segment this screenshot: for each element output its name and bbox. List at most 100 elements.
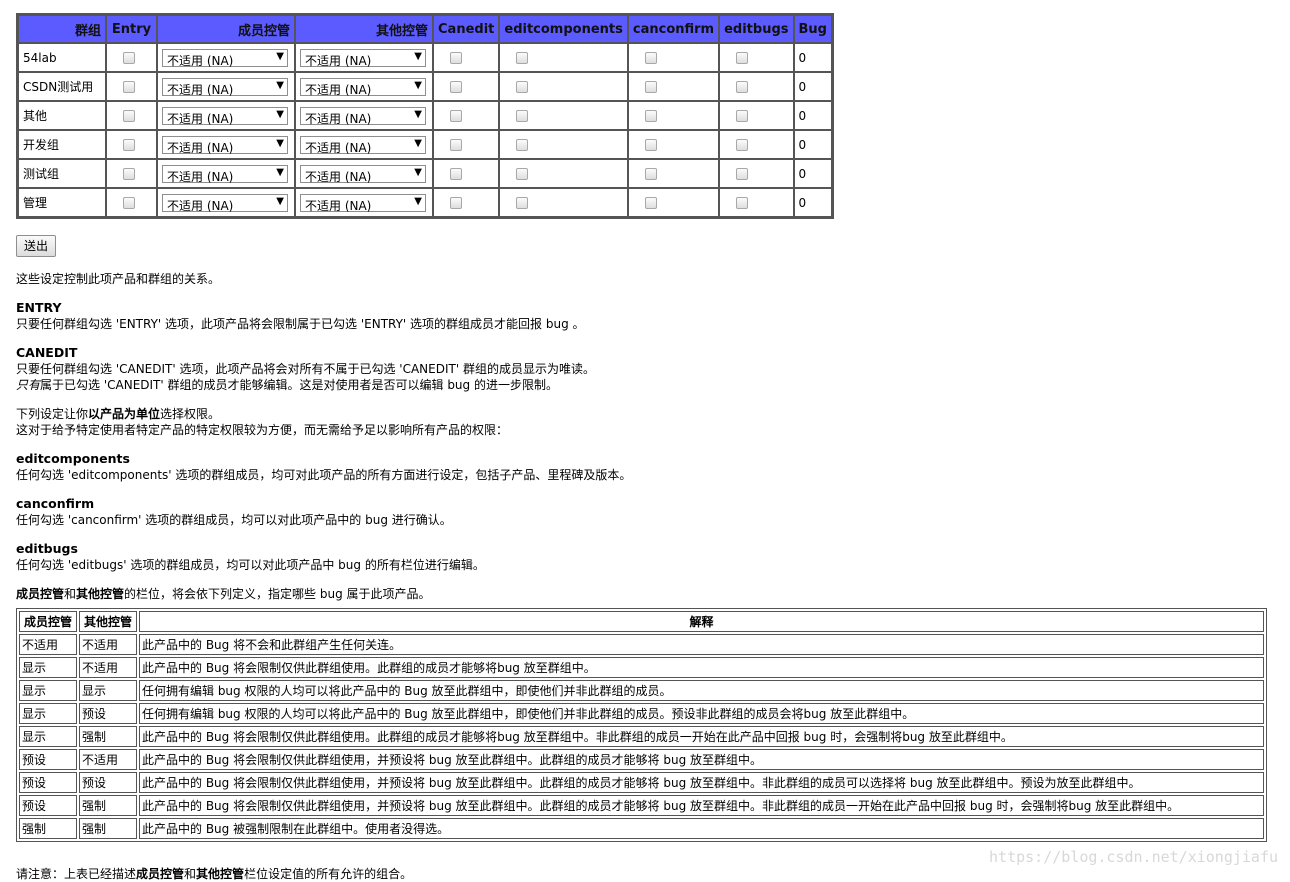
membercontrol-select[interactable]: 不适用 (NA) ▼ [162, 77, 288, 97]
othercontrol-select[interactable]: 不适用 (NA) ▼ [300, 106, 426, 126]
othercontrol-cell: 不适用 (NA) ▼ [295, 72, 433, 101]
chevron-down-icon: ▼ [276, 50, 284, 62]
submit-button[interactable]: 送出 [16, 235, 57, 257]
entry-checkbox[interactable] [123, 52, 135, 64]
editcomponents-checkbox[interactable] [516, 168, 529, 180]
membercontrol-select-value: 不适用 (NA) [167, 82, 234, 97]
othercontrol-select-value: 不适用 (NA) [305, 169, 372, 184]
entry-cell [106, 43, 157, 72]
editbugs-checkbox[interactable] [736, 139, 749, 151]
canconfirm-desc: 任何勾选 'canconfirm' 选项的群组成员，均可以对此项产品中的 bug… [16, 513, 452, 527]
editbugs-term: editbugs [16, 541, 78, 556]
editbugs-cell [719, 130, 794, 159]
explain-membercontrol-cell: 显示 [19, 680, 77, 701]
editbugs-checkbox[interactable] [736, 197, 749, 209]
footer-note-bold-1: 成员控管 [136, 867, 185, 881]
explain-membercontrol-cell: 显示 [19, 703, 77, 724]
perproduct-line-2: 这对于给予特定使用者特定产品的特定权限较为方便，而无需给予足以影响所有产品的权限… [16, 423, 509, 437]
editcomponents-cell [499, 159, 628, 188]
canedit-checkbox[interactable] [450, 81, 462, 93]
entry-cell [106, 188, 157, 217]
entry-checkbox[interactable] [123, 139, 135, 151]
explain-header-membercontrol: 成员控管 [19, 611, 77, 632]
othercontrol-cell: 不适用 (NA) ▼ [295, 130, 433, 159]
footer-note: 请注意：上表已经描述成员控管和其他控管栏位设定值的所有允许的组合。 [16, 866, 412, 882]
canconfirm-checkbox[interactable] [644, 139, 657, 151]
othercontrol-cell: 不适用 (NA) ▼ [295, 101, 433, 130]
canconfirm-checkbox[interactable] [644, 197, 657, 209]
explain-othercontrol-cell: 预设 [79, 703, 137, 724]
canedit-checkbox[interactable] [450, 168, 462, 180]
controls-note-bold-2: 其他控管 [76, 587, 125, 601]
table-row: 管理 不适用 (NA) ▼ 不适用 (NA) ▼ 0 [18, 188, 832, 217]
membercontrol-select[interactable]: 不适用 (NA) ▼ [162, 135, 288, 155]
othercontrol-select[interactable]: 不适用 (NA) ▼ [300, 48, 426, 68]
explain-header-othercontrol: 其他控管 [79, 611, 137, 632]
explain-othercontrol-cell: 不适用 [79, 657, 137, 678]
othercontrol-select-value: 不适用 (NA) [305, 53, 372, 68]
explain-text-cell: 此产品中的 Bug 将会限制仅供此群组使用，并预设将 bug 放至此群组中。此群… [139, 749, 1264, 770]
membercontrol-select[interactable]: 不适用 (NA) ▼ [162, 48, 288, 68]
editbugs-checkbox[interactable] [736, 52, 749, 64]
membercontrol-select[interactable]: 不适用 (NA) ▼ [162, 106, 288, 126]
chevron-down-icon: ▼ [414, 50, 422, 62]
membercontrol-select-value: 不适用 (NA) [167, 198, 234, 213]
othercontrol-select[interactable]: 不适用 (NA) ▼ [300, 193, 426, 213]
group-name-cell: 管理 [18, 188, 106, 217]
bug-count-cell: 0 [793, 188, 832, 217]
controls-note-and: 和 [64, 587, 77, 601]
entry-checkbox[interactable] [123, 110, 135, 122]
editcomponents-checkbox[interactable] [516, 81, 529, 93]
explain-row: 预设 强制 此产品中的 Bug 将会限制仅供此群组使用，并预设将 bug 放至此群组… [19, 795, 1264, 816]
canedit-checkbox[interactable] [450, 110, 462, 122]
editbugs-checkbox[interactable] [736, 81, 749, 93]
editcomponents-checkbox[interactable] [516, 52, 529, 64]
chevron-down-icon: ▼ [276, 137, 284, 149]
entry-checkbox[interactable] [123, 168, 135, 180]
editbugs-cell [719, 72, 794, 101]
othercontrol-select[interactable]: 不适用 (NA) ▼ [300, 164, 426, 184]
canedit-checkbox[interactable] [450, 139, 462, 151]
entry-checkbox[interactable] [123, 197, 135, 209]
explain-othercontrol-cell: 强制 [79, 726, 137, 747]
othercontrol-cell: 不适用 (NA) ▼ [295, 159, 433, 188]
membercontrol-select-value: 不适用 (NA) [167, 53, 234, 68]
canconfirm-checkbox[interactable] [644, 52, 657, 64]
controls-note-bold-1: 成员控管 [16, 587, 65, 601]
canconfirm-checkbox[interactable] [644, 110, 657, 122]
entry-checkbox[interactable] [123, 81, 135, 93]
perproduct-pre: 下列设定让你 [16, 407, 89, 421]
entry-term: ENTRY [16, 300, 62, 315]
membercontrol-select[interactable]: 不适用 (NA) ▼ [162, 193, 288, 213]
canconfirm-cell [627, 188, 720, 217]
editcomponents-cell [499, 43, 628, 72]
othercontrol-select[interactable]: 不适用 (NA) ▼ [300, 135, 426, 155]
othercontrol-cell: 不适用 (NA) ▼ [295, 43, 433, 72]
editbugs-checkbox[interactable] [736, 168, 749, 180]
othercontrol-select-value: 不适用 (NA) [305, 198, 372, 213]
canconfirm-checkbox[interactable] [644, 168, 657, 180]
canconfirm-cell [627, 43, 720, 72]
footer-note-and: 和 [184, 867, 197, 881]
canconfirm-checkbox[interactable] [644, 81, 657, 93]
editbugs-checkbox[interactable] [736, 110, 749, 122]
othercontrol-select[interactable]: 不适用 (NA) ▼ [300, 77, 426, 97]
membercontrol-cell: 不适用 (NA) ▼ [157, 72, 295, 101]
chevron-down-icon: ▼ [414, 79, 422, 91]
chevron-down-icon: ▼ [414, 137, 422, 149]
canedit-desc-1: 只要任何群组勾选 'CANEDIT' 选项，此项产品将会对所有不属于已勾选 'C… [16, 362, 595, 376]
editcomponents-checkbox[interactable] [516, 139, 529, 151]
canedit-checkbox[interactable] [450, 197, 462, 209]
editcomponents-checkbox[interactable] [516, 197, 529, 209]
explain-membercontrol-cell: 预设 [19, 795, 77, 816]
entry-cell [106, 159, 157, 188]
controls-note: 成员控管和其他控管的栏位，将会依下列定义，指定哪些 bug 属于此项产品。 [16, 586, 1276, 602]
table-header-row: 群组 Entry 成员控管 其他控管 Canedit editcomponent… [18, 15, 832, 43]
canedit-cell [433, 43, 500, 72]
canedit-checkbox[interactable] [450, 52, 462, 64]
editcomponents-checkbox[interactable] [516, 110, 529, 122]
explain-membercontrol-cell: 预设 [19, 772, 77, 793]
col-header-bug: Bug [793, 15, 832, 43]
membercontrol-select[interactable]: 不适用 (NA) ▼ [162, 164, 288, 184]
table-row: 其他 不适用 (NA) ▼ 不适用 (NA) ▼ 0 [18, 101, 832, 130]
